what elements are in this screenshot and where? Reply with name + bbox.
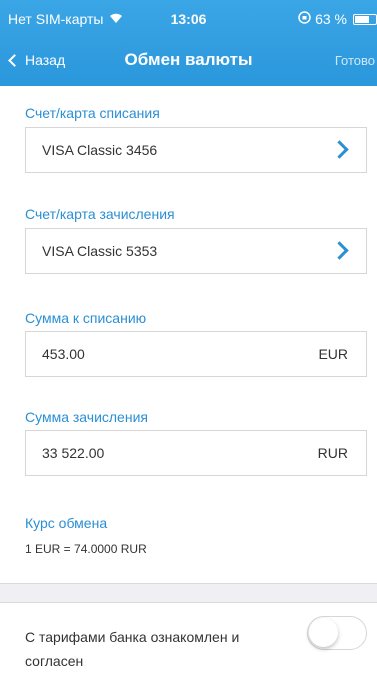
battery-percent: 63 %	[315, 11, 347, 27]
credit-account-label: Счет/карта зачисления	[25, 206, 175, 222]
credit-amount-currency: RUR	[317, 445, 348, 461]
status-right: 63 %	[298, 11, 377, 27]
page-title: Обмен валюты	[124, 50, 253, 69]
agreement-toggle[interactable]	[307, 616, 367, 650]
battery-icon	[353, 13, 377, 25]
debit-amount-input[interactable]: 453.00 EUR	[25, 331, 367, 377]
debit-account-select[interactable]: VISA Classic 3456	[25, 127, 367, 173]
done-button[interactable]: Готово	[335, 53, 375, 68]
toggle-knob	[309, 618, 338, 647]
orientation-lock-icon	[298, 11, 311, 27]
debit-account-label: Счет/карта списания	[25, 105, 160, 121]
chevron-right-icon	[330, 241, 349, 260]
status-bar: Нет SIM-карты 13:06 63 %	[0, 0, 377, 36]
credit-account-select[interactable]: VISA Classic 5353	[25, 228, 367, 274]
debit-amount-label: Сумма к списанию	[25, 310, 147, 326]
divider	[0, 602, 377, 603]
debit-amount-currency: EUR	[318, 346, 348, 362]
agreement-text: С тарифами банка ознакомлен и согласен	[25, 629, 240, 669]
nav-bar: Назад Обмен валюты Готово	[0, 36, 377, 86]
credit-amount-label: Сумма зачисления	[25, 409, 148, 425]
header: Нет SIM-карты 13:06 63 % Назад Обмен вал…	[0, 0, 377, 86]
credit-account-value: VISA Classic 5353	[42, 243, 158, 259]
debit-amount-value: 453.00	[42, 346, 85, 362]
exchange-rate-label: Курс обмена	[25, 515, 108, 531]
chevron-right-icon	[330, 140, 349, 159]
section-separator	[0, 584, 377, 602]
debit-account-value: VISA Classic 3456	[42, 142, 158, 158]
exchange-rate-value: 1 EUR = 74.0000 RUR	[25, 542, 147, 556]
credit-amount-value: 33 522.00	[42, 445, 105, 461]
credit-amount-input[interactable]: 33 522.00 RUR	[25, 430, 367, 476]
